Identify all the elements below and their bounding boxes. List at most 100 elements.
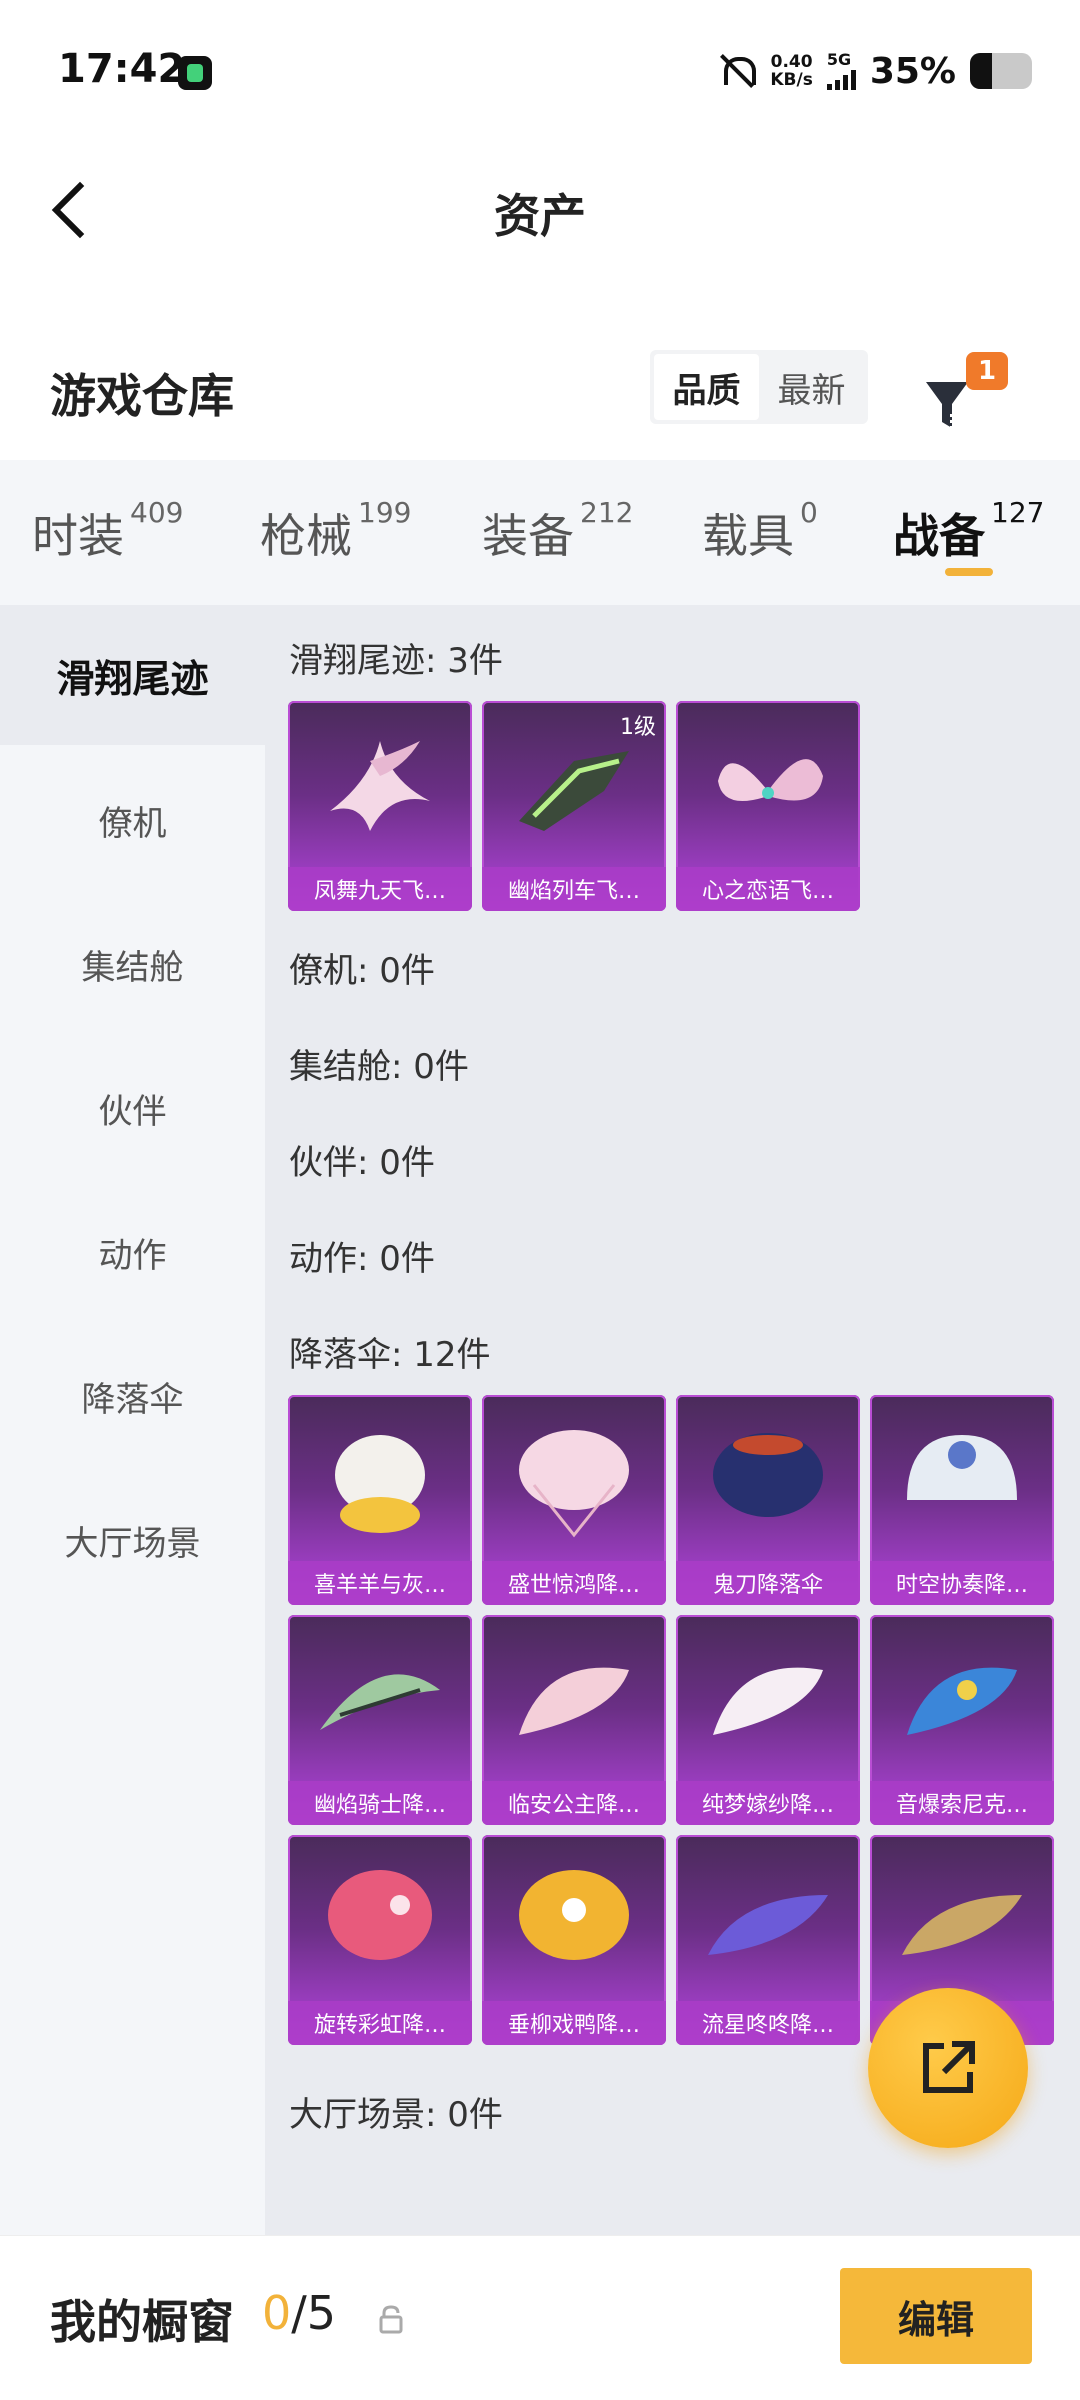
- filter-button[interactable]: 1: [918, 352, 1008, 440]
- section-title-wingman: 僚机: 0件: [289, 951, 435, 991]
- net-speed-value: 0.40: [770, 52, 813, 72]
- item-card[interactable]: 垂柳戏鸭降…: [482, 1835, 666, 2045]
- filter-funnel-icon: [926, 382, 968, 429]
- parachute-grid: 喜羊羊与灰… 盛世惊鸿降… 鬼刀降落伞 时空协奏降… 幽焰骑士降… 临安公主降……: [288, 1395, 1078, 2045]
- status-bar: 17:42 0.40 KB/s 5G 35%: [0, 0, 1080, 130]
- sidebar-item-partner[interactable]: 伙伴: [0, 1038, 265, 1178]
- tab-count: 0: [800, 496, 818, 529]
- dome-parachute-icon: [907, 1435, 1017, 1500]
- bottom-bar: 我的橱窗 0/5 编辑: [0, 2235, 1080, 2400]
- net-speed: 0.40 KB/s: [770, 53, 812, 89]
- item-name: 心之恋语飞…: [676, 867, 860, 911]
- item-card[interactable]: 凤舞九天飞…: [288, 701, 472, 911]
- duck-parachute-icon: [519, 1870, 629, 1960]
- sidebar-item-assembly-pod[interactable]: 集结舱: [0, 894, 265, 1034]
- tab-label: 载具: [702, 509, 794, 563]
- item-name: 时空协奏降…: [870, 1561, 1054, 1605]
- sidebar-item-action[interactable]: 动作: [0, 1182, 265, 1322]
- tab-battle-gear[interactable]: 战备 127: [893, 496, 1044, 566]
- item-name: 音爆索尼克…: [870, 1781, 1054, 1825]
- meteor-parachute-icon: [708, 1895, 828, 1955]
- item-card[interactable]: 旋转彩虹降…: [288, 1835, 472, 2045]
- lock-icon: [379, 2305, 403, 2334]
- sidebar-item-parachute[interactable]: 降落伞: [0, 1326, 265, 1466]
- knight-parachute-icon: [320, 1674, 440, 1730]
- princess-parachute-icon: [519, 1667, 629, 1735]
- phoenix-trail-icon: [330, 741, 430, 831]
- golden-parachute-icon: [902, 1895, 1022, 1955]
- item-name: 盛世惊鸿降…: [482, 1561, 666, 1605]
- tab-label: 枪械: [260, 509, 352, 563]
- sidebar-item-wingman[interactable]: 僚机: [0, 750, 265, 890]
- sort-quality-button[interactable]: 品质: [654, 354, 759, 420]
- filter-count-badge: 1: [966, 352, 1008, 390]
- active-tab-indicator: [945, 568, 993, 576]
- tab-count: 199: [358, 496, 412, 529]
- item-card[interactable]: 幽焰骑士降…: [288, 1615, 472, 1825]
- section-title-parachute: 降落伞: 12件: [289, 1335, 491, 1375]
- item-card[interactable]: 喜羊羊与灰…: [288, 1395, 472, 1605]
- tab-label: 装备: [482, 509, 574, 563]
- tab-fashion[interactable]: 时装 409: [32, 496, 183, 566]
- dark-blade-parachute-icon: [713, 1433, 823, 1517]
- section-title-assembly-pod: 集结舱: 0件: [289, 1047, 469, 1087]
- sidebar-item-lobby-scene[interactable]: 大厅场景: [0, 1470, 265, 1610]
- item-card[interactable]: 鬼刀降落伞: [676, 1395, 860, 1605]
- header: 资产: [0, 140, 1080, 280]
- bell-muted-icon: [716, 51, 757, 91]
- net-speed-unit: KB/s: [770, 70, 813, 90]
- tab-guns[interactable]: 枪械 199: [260, 496, 411, 566]
- item-name: 旋转彩虹降…: [288, 2001, 472, 2045]
- item-name: 纯梦嫁纱降…: [676, 1781, 860, 1825]
- tab-vehicles[interactable]: 载具 0: [702, 496, 818, 566]
- tab-label: 战备: [893, 509, 985, 563]
- page-title: 资产: [494, 189, 586, 243]
- sheep-parachute-icon: [335, 1435, 425, 1533]
- section-title-glide-trail: 滑翔尾迹: 3件: [289, 641, 503, 681]
- section-title-action: 动作: 0件: [289, 1239, 435, 1279]
- network-type: 5G: [826, 50, 852, 69]
- butterfly-trail-icon: [718, 759, 823, 801]
- sonic-parachute-icon: [907, 1667, 1017, 1735]
- item-name: 喜羊羊与灰…: [288, 1561, 472, 1605]
- glide-trail-grid: 凤舞九天飞… 1级 幽焰列车飞… 心之恋语飞…: [288, 701, 1078, 911]
- share-external-icon: [923, 2041, 975, 2093]
- item-name: 垂柳戏鸭降…: [482, 2001, 666, 2045]
- sort-toggle: 品质 最新: [650, 350, 868, 424]
- sidebar-item-glide-trail[interactable]: 滑翔尾迹: [0, 605, 265, 745]
- showcase-count: 0/5: [262, 2286, 336, 2340]
- tab-count: 127: [991, 496, 1045, 529]
- veil-parachute-icon: [713, 1667, 823, 1735]
- warehouse-title: 游戏仓库: [50, 369, 234, 423]
- battery-percent: 35%: [869, 50, 956, 92]
- edit-button[interactable]: 编辑: [840, 2268, 1032, 2364]
- status-icons: 0.40 KB/s 5G 35%: [716, 48, 1032, 94]
- item-card[interactable]: 音爆索尼克…: [870, 1615, 1054, 1825]
- tab-count: 212: [580, 496, 634, 529]
- item-name: 鬼刀降落伞: [676, 1561, 860, 1605]
- item-card[interactable]: 盛世惊鸿降…: [482, 1395, 666, 1605]
- item-card[interactable]: 1级 幽焰列车飞…: [482, 701, 666, 911]
- category-tabs: 时装 409 枪械 199 装备 212 载具 0 战备 127: [0, 460, 1080, 605]
- signal-icon: 5G: [826, 50, 856, 90]
- share-button[interactable]: [868, 1988, 1028, 2148]
- item-card[interactable]: 流星咚咚降…: [676, 1835, 860, 2045]
- warehouse-header: 游戏仓库 品质 最新 1: [0, 320, 1080, 460]
- item-name: 临安公主降…: [482, 1781, 666, 1825]
- train-trail-icon: [519, 751, 629, 831]
- status-time: 17:42: [58, 46, 186, 92]
- item-card[interactable]: 纯梦嫁纱降…: [676, 1615, 860, 1825]
- sort-latest-button[interactable]: 最新: [759, 354, 864, 420]
- lace-parachute-icon: [519, 1430, 629, 1538]
- item-card[interactable]: 时空协奏降…: [870, 1395, 1054, 1605]
- item-card[interactable]: 心之恋语飞…: [676, 701, 860, 911]
- section-title-lobby-scene: 大厅场景: 0件: [289, 2095, 503, 2135]
- section-title-partner: 伙伴: 0件: [289, 1143, 435, 1183]
- music-app-icon: [178, 56, 212, 90]
- rainbow-parachute-icon: [328, 1870, 432, 1960]
- showcase-current: 0: [262, 2286, 292, 2340]
- sidebar: 滑翔尾迹 僚机 集结舱 伙伴 动作 降落伞 大厅场景: [0, 605, 265, 2235]
- item-card[interactable]: 临安公主降…: [482, 1615, 666, 1825]
- tab-equipment[interactable]: 装备 212: [482, 496, 633, 566]
- showcase-label: 我的橱窗: [50, 2295, 234, 2349]
